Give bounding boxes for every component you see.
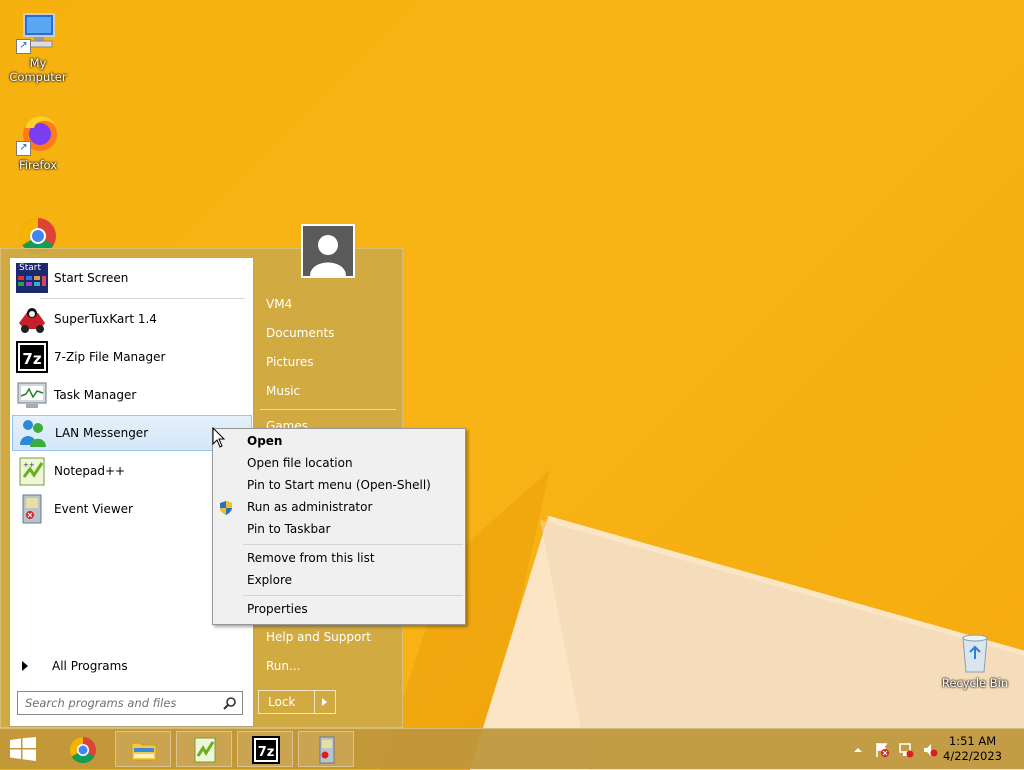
ctx-explore[interactable]: Explore — [247, 573, 292, 587]
search-box[interactable] — [17, 691, 243, 715]
computer-icon: ↗ — [16, 10, 60, 54]
right-item-pictures[interactable]: Pictures — [266, 355, 314, 369]
ctx-run-as-administrator[interactable]: Run as administrator — [247, 500, 372, 514]
shortcut-arrow-icon: ↗ — [16, 141, 31, 156]
lock-options-arrow-icon[interactable] — [314, 691, 335, 713]
program-label: Notepad++ — [54, 464, 126, 478]
expand-arrow-icon — [22, 661, 28, 671]
all-programs-label: All Programs — [52, 659, 128, 673]
ctx-remove-from-list[interactable]: Remove from this list — [247, 551, 375, 565]
ctx-properties[interactable]: Properties — [247, 602, 308, 616]
program-7zip[interactable]: 7z 7-Zip File Manager — [12, 339, 252, 375]
ctx-pin-to-start-menu[interactable]: Pin to Start menu (Open-Shell) — [247, 478, 431, 492]
desktop-icon-label: Recycle Bin — [941, 676, 1009, 690]
right-item-run[interactable]: Run... — [266, 659, 300, 673]
right-item-help-support[interactable]: Help and Support — [266, 630, 371, 644]
ctx-open-file-location[interactable]: Open file location — [247, 456, 353, 470]
program-label: Task Manager — [54, 388, 137, 402]
svg-text:7z: 7z — [22, 350, 41, 368]
clock-date: 4/22/2023 — [943, 749, 1002, 763]
search-icon[interactable] — [223, 696, 237, 710]
network-icon[interactable] — [898, 742, 914, 758]
system-clock[interactable]: 1:51 AM 4/22/2023 — [943, 734, 1002, 764]
action-center-flag-icon[interactable] — [874, 742, 890, 758]
desktop-icon-my-computer[interactable]: ↗ My Computer — [0, 10, 76, 84]
taskbar-file-explorer[interactable] — [115, 731, 171, 767]
divider — [40, 298, 245, 299]
notepadpp-icon: ++ — [16, 455, 48, 487]
shortcut-arrow-icon: ↗ — [16, 39, 31, 54]
divider — [243, 595, 463, 596]
7zip-text: 7z — [258, 745, 275, 760]
program-label: SuperTuxKart 1.4 — [54, 312, 157, 326]
right-item-documents[interactable]: Documents — [266, 326, 334, 340]
program-supertuxkart[interactable]: SuperTuxKart 1.4 — [12, 301, 252, 337]
task-manager-icon — [16, 379, 48, 411]
supertuxkart-icon — [16, 303, 48, 335]
divider — [260, 409, 396, 410]
7zip-icon: 7z — [16, 341, 48, 373]
taskbar-chrome[interactable] — [54, 731, 110, 767]
firefox-icon: ↗ — [16, 112, 60, 156]
desktop-icon-label: Firefox — [18, 158, 58, 172]
taskbar-notepadpp[interactable] — [176, 731, 232, 767]
show-hidden-icons-icon[interactable] — [850, 742, 866, 758]
lock-label[interactable]: Lock — [259, 691, 314, 713]
taskbar: 7z 1:51 AM 4/22/2023 — [0, 728, 1024, 769]
chrome-icon — [69, 736, 96, 764]
ctx-open[interactable]: Open — [247, 434, 282, 448]
notepadpp-icon — [194, 737, 216, 763]
svg-text:++: ++ — [23, 461, 35, 469]
taskbar-event-viewer[interactable] — [298, 731, 354, 767]
desktop-icon-firefox[interactable]: ↗ Firefox — [0, 112, 76, 172]
all-programs-button[interactable]: All Programs — [12, 656, 252, 676]
clock-time: 1:51 AM — [948, 734, 997, 748]
program-task-manager[interactable]: Task Manager — [12, 377, 252, 413]
desktop-icon-recycle-bin[interactable]: Recycle Bin — [937, 630, 1013, 690]
recycle-bin-icon — [953, 630, 997, 674]
right-item-music[interactable]: Music — [266, 384, 300, 398]
start-screen-icon: Start — [16, 262, 48, 294]
event-viewer-icon — [319, 736, 335, 764]
lock-button[interactable]: Lock — [258, 690, 336, 714]
event-viewer-icon — [16, 493, 48, 525]
user-avatar[interactable] — [301, 224, 355, 278]
program-start-screen[interactable]: Start Start Screen — [12, 260, 252, 296]
lan-messenger-icon — [17, 417, 49, 449]
windows-logo-icon — [10, 737, 36, 761]
volume-muted-icon[interactable] — [922, 742, 938, 758]
search-input[interactable] — [23, 692, 217, 714]
program-label: LAN Messenger — [55, 426, 149, 440]
taskbar-7zip[interactable]: 7z — [237, 731, 293, 767]
ctx-pin-to-taskbar[interactable]: Pin to Taskbar — [247, 522, 330, 536]
right-item-user-folder[interactable]: VM4 — [266, 297, 292, 311]
divider — [243, 544, 463, 545]
program-label: 7-Zip File Manager — [54, 350, 166, 364]
uac-shield-icon — [220, 501, 232, 515]
file-explorer-icon — [131, 742, 157, 761]
7zip-icon: 7z — [252, 736, 280, 764]
desktop-icon-label: My Computer — [9, 56, 67, 84]
context-menu: Open Open file location Pin to Start men… — [212, 428, 466, 625]
program-label: Event Viewer — [54, 502, 133, 516]
user-icon — [303, 226, 353, 276]
start-button[interactable] — [8, 737, 38, 761]
mouse-cursor-icon — [212, 427, 226, 448]
program-label: Start Screen — [54, 271, 129, 285]
start-screen-badge: Start — [19, 263, 41, 273]
